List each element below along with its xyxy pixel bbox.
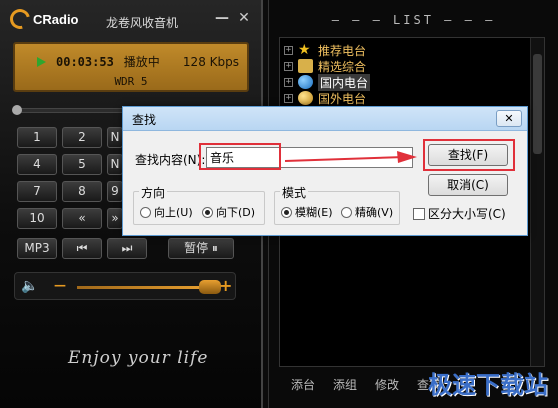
radio-up[interactable] xyxy=(140,206,151,218)
expand-icon[interactable]: + xyxy=(284,45,293,55)
find-dialog: 查找 ✕ 查找内容(N): 查找(F) 取消(C) 方向 向上(U) 向下(D)… xyxy=(122,106,528,236)
play-state-icon xyxy=(37,56,46,67)
page-next-button[interactable]: » xyxy=(107,208,123,229)
volume-up-button[interactable]: + xyxy=(219,276,232,295)
seek-knob[interactable] xyxy=(12,105,22,115)
key-2[interactable]: 2 xyxy=(62,127,102,148)
key-10[interactable]: 10 xyxy=(17,208,57,229)
tree-item-recommended[interactable]: + ★ 推荐电台 xyxy=(284,42,366,58)
tree-item-foreign[interactable]: + 国外电台 xyxy=(284,90,366,106)
dialog-titlebar: 查找 ✕ xyxy=(123,107,527,131)
list-scrollbar[interactable] xyxy=(530,38,544,366)
page-prev-button[interactable]: « xyxy=(62,208,102,229)
station-name: WDR 5 xyxy=(114,75,148,88)
tree-item-domestic[interactable]: + 国内电台 xyxy=(284,73,371,91)
radio-fuzzy[interactable] xyxy=(281,206,292,218)
dialog-title: 查找 xyxy=(132,113,157,127)
slogan: Enjoy your life xyxy=(68,348,209,368)
key-1[interactable]: 1 xyxy=(17,127,57,148)
case-sensitive-checkbox[interactable] xyxy=(413,207,425,220)
mp3-button[interactable]: MP3 xyxy=(17,238,57,259)
star-icon: ★ xyxy=(298,42,311,58)
list-toolbar: 添台 添组 修改 查找 xyxy=(291,376,441,393)
next-station-button[interactable]: ⏭ xyxy=(107,238,147,259)
find-label: 查找内容(N): xyxy=(135,153,206,167)
mode-fuzzy-option[interactable]: 模糊(E) xyxy=(281,204,333,220)
case-sensitive-label: 区分大小写(C) xyxy=(428,207,506,221)
direction-legend: 方向 xyxy=(139,184,168,201)
volume-control: 🔈 — + xyxy=(14,272,236,300)
mode-exact-option[interactable]: 精确(V) xyxy=(341,204,393,220)
watermark: 极速下载站 xyxy=(428,371,548,399)
cradio-logo-icon xyxy=(6,5,34,33)
key-8[interactable]: 8 xyxy=(62,181,102,202)
radio-up-label: 向上(U) xyxy=(154,206,193,219)
close-button[interactable]: ✕ xyxy=(236,10,252,26)
pause-button[interactable]: 暂停 ⏸ xyxy=(168,238,234,259)
cancel-button[interactable]: 取消(C) xyxy=(428,174,508,196)
globe-icon xyxy=(298,75,313,89)
radio-fuzzy-label: 模糊(E) xyxy=(295,206,333,219)
app-logo: CRadio xyxy=(6,5,79,33)
mode-legend: 模式 xyxy=(280,184,309,201)
key-4[interactable]: 4 xyxy=(17,154,57,175)
radio-down-label: 向下(D) xyxy=(216,206,256,219)
input-highlight-box xyxy=(199,143,281,170)
radio-down[interactable] xyxy=(202,206,213,218)
folder-icon xyxy=(298,59,313,73)
key-7[interactable]: 7 xyxy=(17,181,57,202)
direction-down-option[interactable]: 向下(D) xyxy=(202,204,255,220)
case-sensitive-option[interactable]: 区分大小写(C) xyxy=(413,205,506,222)
key-5[interactable]: 5 xyxy=(62,154,102,175)
prev-station-button[interactable]: ⏮ xyxy=(62,238,102,259)
tree-label: 推荐电台 xyxy=(318,43,367,58)
annotation-arrow xyxy=(285,151,417,163)
direction-group: 方向 向上(U) 向下(D) xyxy=(133,184,265,225)
add-station-button[interactable]: 添台 xyxy=(291,376,315,393)
find-button-highlight-box xyxy=(423,139,515,171)
globe-icon xyxy=(298,91,313,105)
tree-label: 精选综合 xyxy=(318,59,367,74)
expand-icon[interactable]: + xyxy=(284,77,293,87)
lcd-display: 00:03:53 播放中 128 Kbps WDR 5 xyxy=(13,42,249,92)
key-6[interactable]: N xyxy=(107,154,123,175)
app-title: 龙卷风收音机 xyxy=(106,16,179,30)
play-time: 00:03:53 xyxy=(56,54,114,69)
speaker-icon[interactable]: 🔈 xyxy=(21,278,38,294)
radio-exact[interactable] xyxy=(341,206,352,218)
add-group-button[interactable]: 添组 xyxy=(333,376,357,393)
radio-exact-label: 精确(V) xyxy=(355,206,394,219)
volume-slider[interactable] xyxy=(77,286,210,289)
tree-label: 国外电台 xyxy=(318,91,367,106)
list-title: — — — LIST — — — xyxy=(331,13,496,27)
expand-icon[interactable]: + xyxy=(284,93,293,103)
logo-text: CRadio xyxy=(33,11,79,27)
direction-up-option[interactable]: 向上(U) xyxy=(140,204,193,220)
tree-label: 国内电台 xyxy=(318,73,371,91)
volume-down-button[interactable]: — xyxy=(54,278,66,292)
mode-group: 模式 模糊(E) 精确(V) xyxy=(274,184,400,225)
key-9[interactable]: 9 xyxy=(107,181,123,202)
volume-knob[interactable] xyxy=(199,280,221,294)
key-3[interactable]: N xyxy=(107,127,123,148)
play-status: 播放中 xyxy=(123,55,160,69)
scroll-thumb[interactable] xyxy=(533,54,542,154)
minimize-button[interactable]: — xyxy=(214,10,230,26)
edit-button[interactable]: 修改 xyxy=(375,376,399,393)
tree-item-featured[interactable]: + 精选综合 xyxy=(284,58,366,74)
bitrate: 128 Kbps xyxy=(182,54,239,69)
expand-icon[interactable]: + xyxy=(284,61,293,71)
dialog-close-button[interactable]: ✕ xyxy=(496,110,522,127)
